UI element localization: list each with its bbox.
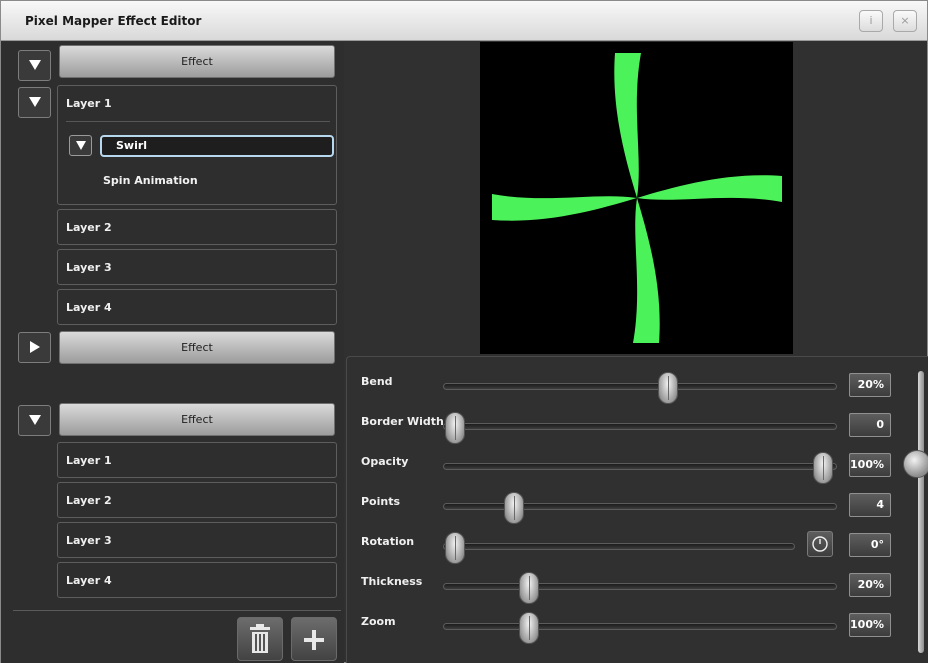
chevron-down-icon	[28, 415, 41, 425]
property-row-thickness: Thickness 20%	[347, 563, 907, 604]
slider-track[interactable]	[443, 503, 837, 510]
expand-effect-2-button[interactable]	[18, 332, 51, 363]
effect-preview	[480, 42, 793, 354]
layer-label: Layer 4	[66, 301, 112, 314]
slider-thumb[interactable]	[445, 532, 465, 564]
animation-label[interactable]: Spin Animation	[103, 174, 198, 187]
title-bar: Pixel Mapper Effect Editor i ×	[1, 1, 927, 41]
effect-3-bar[interactable]: Effect	[59, 403, 335, 436]
swirl-blade	[614, 53, 641, 198]
layer-4-row[interactable]: Layer 4	[57, 289, 337, 325]
layer-1-label: Layer 1	[66, 97, 112, 110]
property-value-field[interactable]: 4	[849, 493, 891, 517]
collapse-effect-3-button[interactable]	[18, 405, 51, 436]
property-value-field[interactable]: 20%	[849, 373, 891, 397]
property-label: Bend	[361, 375, 393, 388]
window-title: Pixel Mapper Effect Editor	[25, 14, 202, 28]
chevron-right-icon	[29, 341, 40, 353]
slider-thumb[interactable]	[503, 492, 524, 524]
property-value-field[interactable]: 100%	[849, 453, 891, 477]
clock-icon	[812, 536, 828, 552]
swirl-blade	[492, 194, 637, 221]
property-row-zoom: Zoom 100%	[347, 603, 907, 644]
property-value-field[interactable]: 0°	[849, 533, 891, 557]
slider-thumb[interactable]	[518, 572, 539, 604]
properties-panel: Bend 20% Border Width 0 Opacity 100% Points 4 Ro…	[346, 356, 928, 663]
layer-3-row[interactable]: Layer 3	[57, 249, 337, 285]
divider	[13, 610, 341, 611]
slider-track[interactable]	[443, 623, 837, 630]
delete-button[interactable]	[237, 617, 283, 661]
slider-track[interactable]	[443, 383, 837, 390]
slider-thumb[interactable]	[445, 412, 465, 444]
layer-4-row[interactable]: Layer 4	[57, 562, 337, 598]
layer-2-row[interactable]: Layer 2	[57, 482, 337, 518]
property-value-field[interactable]: 100%	[849, 613, 891, 637]
close-button[interactable]: ×	[893, 10, 917, 32]
property-label: Opacity	[361, 455, 409, 468]
collapse-layer-1-button[interactable]	[18, 87, 51, 118]
layer-label: Layer 2	[66, 221, 112, 234]
layer-1-expanded[interactable]: Layer 1 Swirl Spin Animation	[57, 85, 337, 205]
slider-track[interactable]	[443, 583, 837, 590]
property-label: Rotation	[361, 535, 415, 548]
slider-track[interactable]	[443, 423, 837, 430]
slider-thumb[interactable]	[658, 372, 679, 404]
effect-1-bar[interactable]: Effect	[59, 45, 335, 78]
slider-track[interactable]	[443, 463, 837, 470]
swirl-preview-graphic	[492, 53, 782, 343]
add-button[interactable]	[291, 617, 337, 661]
property-row-border-width: Border Width 0	[347, 403, 907, 444]
property-label: Points	[361, 495, 401, 508]
effect-2-bar[interactable]: Effect	[59, 331, 335, 364]
plus-icon	[304, 630, 324, 650]
layer-label: Layer 2	[66, 494, 112, 507]
layer-3-row[interactable]: Layer 3	[57, 522, 337, 558]
effect-tree-panel: Effect Layer 1 Swirl Spin Animation Laye…	[1, 42, 344, 663]
layer-label: Layer 3	[66, 534, 112, 547]
layer-label: Layer 4	[66, 574, 112, 587]
scrollbar-thumb[interactable]	[903, 450, 928, 478]
info-button[interactable]: i	[859, 10, 883, 32]
property-value-field[interactable]: 20%	[849, 573, 891, 597]
property-row-rotation: Rotation 0°	[347, 523, 907, 564]
swirl-blade	[637, 175, 782, 202]
property-row-opacity: Opacity 100%	[347, 443, 907, 484]
chevron-down-icon	[28, 60, 41, 70]
slider-thumb[interactable]	[518, 612, 539, 644]
vertical-scrollbar[interactable]	[918, 371, 924, 653]
slider-track[interactable]	[443, 543, 795, 550]
layer-label: Layer 3	[66, 261, 112, 274]
property-label: Zoom	[361, 615, 396, 628]
divider	[66, 121, 330, 122]
slider-thumb[interactable]	[813, 452, 833, 484]
chevron-down-icon	[75, 141, 86, 150]
pixel-mapper-window: Pixel Mapper Effect Editor i × Effect La…	[0, 0, 928, 663]
property-label: Border Width	[361, 415, 444, 428]
layer-2-row[interactable]: Layer 2	[57, 209, 337, 245]
property-row-points: Points 4	[347, 483, 907, 524]
collapse-effect-1-button[interactable]	[18, 50, 51, 81]
layer-label: Layer 1	[66, 454, 112, 467]
trash-icon	[250, 624, 270, 653]
layer-1-row[interactable]: Layer 1	[57, 442, 337, 478]
property-value-field[interactable]: 0	[849, 413, 891, 437]
swirl-blade	[633, 198, 660, 343]
property-row-bend: Bend 20%	[347, 363, 907, 404]
effect-type-dropdown-button[interactable]	[69, 135, 92, 156]
rotation-clock-button[interactable]	[807, 531, 833, 557]
effect-type-field[interactable]: Swirl	[100, 135, 334, 157]
property-label: Thickness	[361, 575, 423, 588]
chevron-down-icon	[28, 97, 41, 107]
